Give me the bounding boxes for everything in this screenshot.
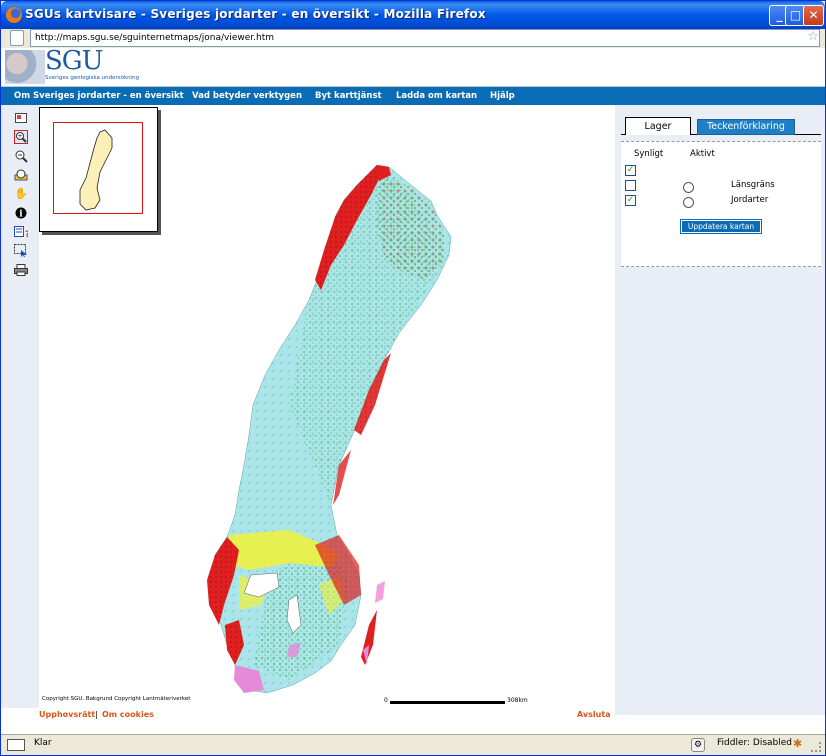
- footer-separator: |: [95, 710, 98, 719]
- network-icon: [7, 739, 25, 751]
- map-toolbar: + ✋ i ?: [1, 105, 39, 715]
- logo-swirl-icon: [5, 50, 45, 84]
- status-text: Klar: [34, 738, 52, 748]
- map-canvas[interactable]: Copyright SGU. Bakgrund Copyright Lantmä…: [39, 105, 615, 715]
- site-header: SGU Sveriges geologiska undersökning: [1, 46, 825, 86]
- layer-list: Synligt Aktivt ✓ Länsgräns ✓ Jordarter U…: [621, 141, 821, 267]
- previous-extent-icon[interactable]: [14, 168, 28, 182]
- nav-item-about[interactable]: Om Sveriges jordarter - en översikt: [14, 87, 184, 105]
- pan-icon[interactable]: ✋: [14, 187, 28, 201]
- main-nav: Om Sveriges jordarter - en översikt Vad …: [1, 86, 825, 105]
- sgu-logo[interactable]: SGU Sveriges geologiska undersökning: [5, 46, 145, 84]
- copyright-link[interactable]: Upphovsrätt: [39, 710, 95, 719]
- firefox-icon: [6, 7, 22, 23]
- logo-text: SGU: [45, 46, 103, 76]
- layer-label-lansgrans: Länsgräns: [731, 180, 775, 190]
- lansgrans-visible-checkbox[interactable]: [625, 180, 636, 191]
- close-icon: ✕: [808, 8, 819, 22]
- overview-extent-frame[interactable]: [53, 122, 143, 214]
- tab-layers[interactable]: Lager: [625, 117, 691, 135]
- close-button[interactable]: ✕: [803, 5, 824, 26]
- cookies-link[interactable]: Om cookies: [102, 710, 154, 719]
- minimize-icon: _: [776, 8, 783, 22]
- identify-icon[interactable]: i: [14, 206, 28, 220]
- svg-text:i: i: [19, 210, 23, 220]
- page-icon: [10, 30, 24, 46]
- tab-legend[interactable]: Teckenförklaring: [697, 119, 795, 135]
- svg-text:+: +: [17, 133, 22, 140]
- maximize-icon: □: [789, 8, 802, 22]
- nav-item-switch-service[interactable]: Byt karttjänst: [315, 87, 382, 105]
- query-icon[interactable]: ?: [14, 225, 28, 239]
- full-extent-icon[interactable]: [14, 111, 28, 125]
- map-copyright: Copyright SGU. Bakgrund Copyright Lantmä…: [42, 696, 191, 702]
- update-map-button[interactable]: Uppdatera kartan: [680, 219, 762, 234]
- star-icon[interactable]: ☆: [807, 29, 819, 45]
- logo-subtitle: Sveriges geologiska undersökning: [45, 75, 140, 81]
- page-viewport: SGU Sveriges geologiska undersökning Om …: [1, 46, 825, 734]
- scale-bar: 0 308km: [384, 697, 544, 707]
- address-bar: http://maps.sgu.se/sguinternetmaps/jona/…: [1, 29, 825, 47]
- scale-start-label: 0: [384, 697, 388, 704]
- title-bar: SGUs kartvisare - Sveriges jordarter - e…: [1, 1, 825, 29]
- zoom-in-icon[interactable]: +: [14, 130, 28, 144]
- nav-item-tools-help[interactable]: Vad betyder verktygen: [192, 87, 302, 105]
- panel-tabs: Lager Teckenförklaring: [621, 117, 821, 135]
- page-footer: Upphovsrätt | Om cookies Avsluta: [1, 708, 615, 722]
- visible-column-header: Synligt: [634, 149, 664, 159]
- nav-item-reload-map[interactable]: Ladda om kartan: [396, 87, 477, 105]
- layer-label-jordarter: Jordarter: [731, 195, 769, 205]
- layer-group-visible-checkbox[interactable]: ✓: [625, 165, 636, 176]
- browser-window: SGUs kartvisare - Sveriges jordarter - e…: [0, 0, 826, 756]
- logout-link[interactable]: Avsluta: [577, 710, 611, 719]
- active-column-header: Aktivt: [690, 149, 715, 159]
- svg-text:?: ?: [25, 230, 28, 238]
- nav-item-help[interactable]: Hjälp: [490, 87, 515, 105]
- jordarter-active-radio[interactable]: [683, 197, 694, 208]
- bug-icon[interactable]: ✱: [793, 737, 802, 750]
- jordarter-visible-checkbox[interactable]: ✓: [625, 195, 636, 206]
- url-input[interactable]: http://maps.sgu.se/sguinternetmaps/jona/…: [30, 29, 820, 47]
- fiddler-status[interactable]: Fiddler: Disabled: [717, 738, 792, 748]
- scale-end-label: 308km: [507, 697, 528, 704]
- fiddler-icon[interactable]: ⚙: [691, 738, 705, 752]
- window-title: SGUs kartvisare - Sveriges jordarter - e…: [25, 7, 486, 21]
- overview-map[interactable]: [39, 107, 158, 232]
- status-bar: Klar ⚙ Fiddler: Disabled ✱: [1, 734, 825, 755]
- lansgrans-active-radio[interactable]: [683, 182, 694, 193]
- zoom-out-icon[interactable]: [14, 149, 28, 163]
- layer-panel: Lager Teckenförklaring Synligt Aktivt ✓ …: [615, 105, 825, 715]
- scale-line: [390, 701, 505, 704]
- select-icon[interactable]: [14, 244, 28, 258]
- resize-grip-icon[interactable]: [811, 742, 821, 752]
- print-icon[interactable]: [14, 263, 28, 277]
